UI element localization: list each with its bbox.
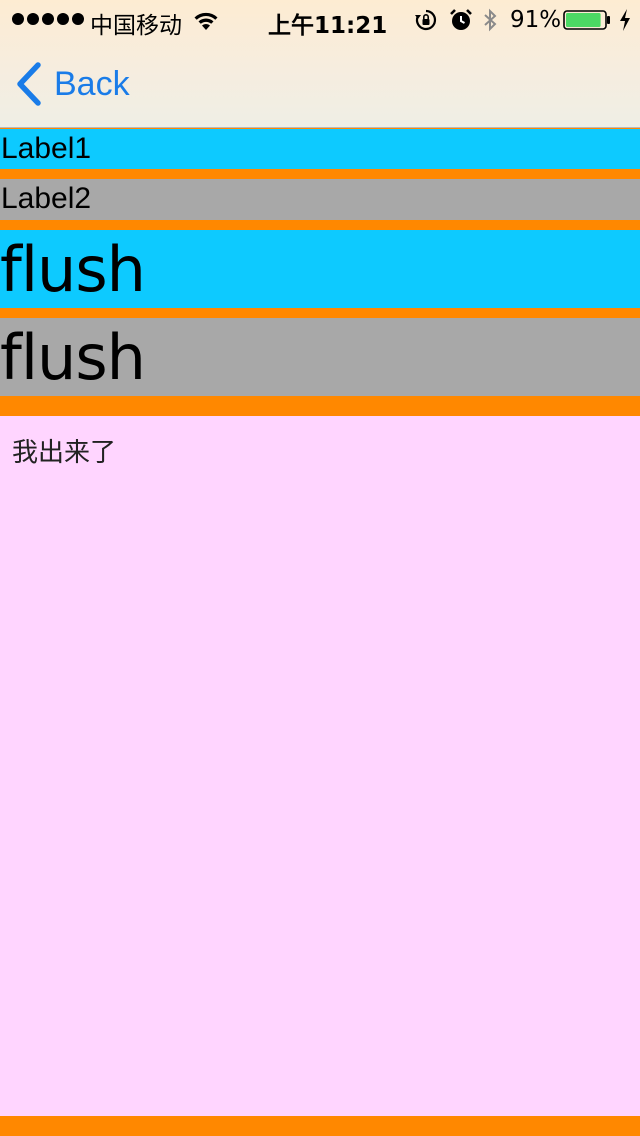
wifi-icon [194, 12, 218, 30]
app-screen: 中国移动 上午11:21 91% Back Label1 Label2 flus… [0, 0, 640, 1136]
label-1-text: Label1 [1, 132, 92, 165]
flush-label-1-text: flush [0, 233, 146, 306]
flush-label-1-row: flush [0, 230, 640, 308]
label-2-text: Label2 [1, 182, 92, 215]
status-time: 上午11:21 [268, 13, 388, 39]
charging-bolt-icon [620, 9, 630, 31]
bluetooth-icon [484, 8, 497, 32]
flush-label-2-row: flush [0, 318, 640, 396]
signal-strength-icon [12, 13, 84, 25]
battery-percentage: 91% [510, 7, 562, 33]
carrier-name: 中国移动 [90, 13, 182, 39]
chevron-left-icon [17, 62, 41, 106]
navigation-bar: 中国移动 上午11:21 91% Back [0, 0, 640, 128]
battery-icon [563, 10, 610, 30]
back-button-label: Back [54, 64, 130, 103]
label-1-row: Label1 [0, 129, 640, 169]
back-button[interactable]: Back [14, 62, 130, 106]
content-text: 我出来了 [12, 438, 117, 468]
label-2-row: Label2 [0, 179, 640, 220]
orientation-lock-icon [415, 9, 437, 31]
status-bar: 中国移动 上午11:21 91% [0, 0, 640, 40]
flush-label-2-text: flush [0, 321, 146, 394]
alarm-icon [450, 9, 472, 30]
content-view: 我出来了 [0, 416, 640, 1116]
